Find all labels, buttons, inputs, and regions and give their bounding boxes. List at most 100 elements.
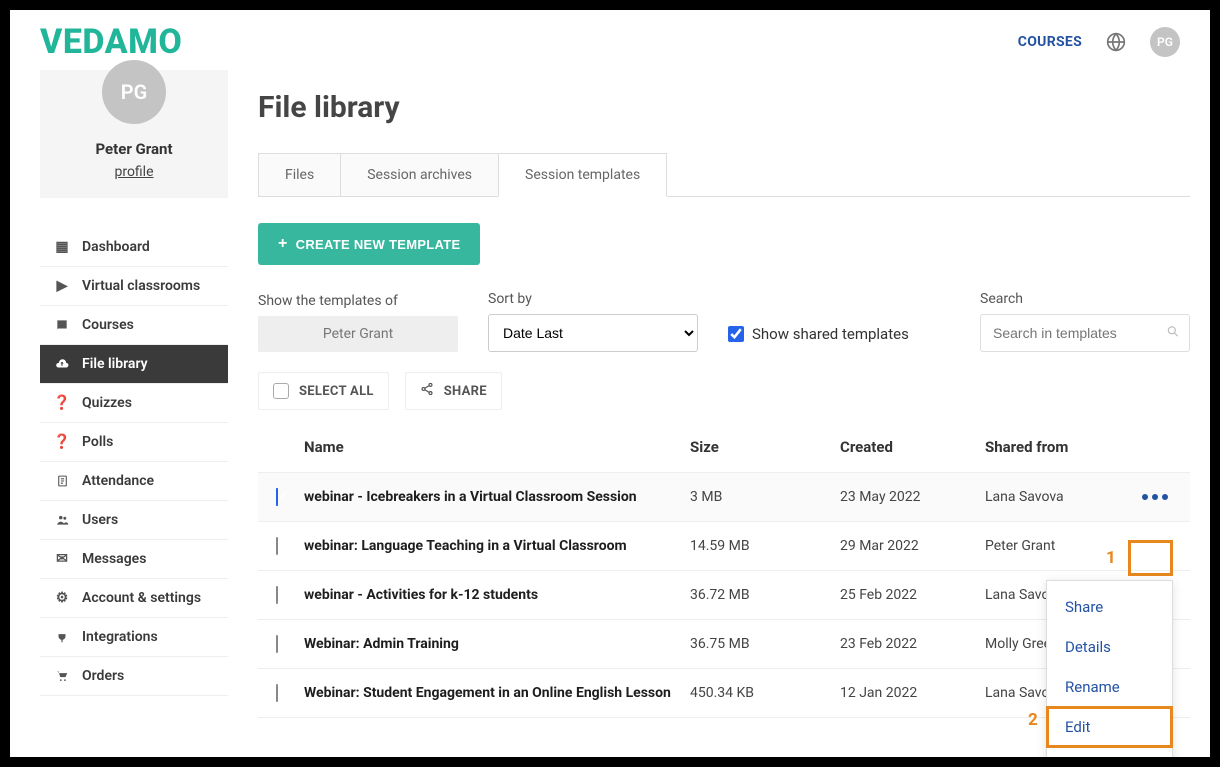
- sidebar-item-label: Attendance: [82, 473, 154, 489]
- select-all-button[interactable]: SELECT ALL: [258, 372, 389, 410]
- play-icon: ▶: [54, 278, 70, 294]
- courses-link[interactable]: COURSES: [1018, 34, 1082, 50]
- question-icon: ❓: [54, 395, 70, 411]
- search-label: Search: [980, 291, 1190, 307]
- col-size: Size: [690, 438, 840, 456]
- col-created: Created: [840, 438, 985, 456]
- globe-icon[interactable]: [1106, 32, 1126, 52]
- row-checkbox[interactable]: [276, 488, 278, 506]
- sidebar-item-integrations[interactable]: Integrations: [40, 618, 228, 657]
- book-icon: [54, 318, 70, 332]
- sidebar-item-file-library[interactable]: File library: [40, 345, 228, 384]
- table-row[interactable]: webinar - Icebreakers in a Virtual Class…: [258, 473, 1190, 522]
- sidebar-item-messages[interactable]: ✉ Messages: [40, 540, 228, 579]
- sort-label: Sort by: [488, 291, 698, 307]
- create-button-label: CREATE NEW TEMPLATE: [296, 237, 461, 252]
- users-icon: [54, 513, 70, 527]
- sidebar-item-users[interactable]: Users: [40, 501, 228, 540]
- brand-logo[interactable]: VEDAMO: [40, 22, 182, 62]
- sidebar-item-virtual-classrooms[interactable]: ▶ Virtual classrooms: [40, 267, 228, 306]
- table-row[interactable]: webinar: Language Teaching in a Virtual …: [258, 522, 1190, 571]
- row-name: webinar: Language Teaching in a Virtual …: [304, 538, 690, 554]
- sidebar-item-label: Users: [82, 512, 118, 528]
- sidebar-item-label: Quizzes: [82, 395, 132, 411]
- document-icon: [54, 474, 70, 488]
- gear-icon: ⚙: [54, 590, 70, 606]
- annotation-1: 1: [1106, 548, 1116, 568]
- avatar[interactable]: PG: [1150, 27, 1180, 57]
- menu-rename[interactable]: Rename: [1047, 667, 1172, 707]
- row-created: 12 Jan 2022: [840, 685, 985, 701]
- sidebar-item-label: Account & settings: [82, 590, 201, 606]
- row-created: 29 Mar 2022: [840, 538, 985, 554]
- row-name: webinar - Activities for k-12 students: [304, 587, 690, 603]
- row-checkbox[interactable]: [276, 635, 278, 653]
- row-shared: Lana Savova: [985, 489, 1130, 505]
- more-actions-icon[interactable]: [1130, 494, 1180, 500]
- sidebar-item-attendance[interactable]: Attendance: [40, 462, 228, 501]
- owner-filter-value[interactable]: Peter Grant: [258, 316, 458, 352]
- col-shared: Shared from: [985, 438, 1130, 456]
- row-size: 36.75 MB: [690, 636, 840, 652]
- sidebar-item-label: Polls: [82, 434, 113, 450]
- sidebar-item-account-settings[interactable]: ⚙ Account & settings: [40, 579, 228, 618]
- share-button[interactable]: SHARE: [405, 372, 502, 410]
- cloud-upload-icon: [54, 357, 70, 371]
- profile-avatar: PG: [102, 60, 166, 124]
- sidebar-item-dashboard[interactable]: ▦ Dashboard: [40, 228, 228, 267]
- row-checkbox[interactable]: [276, 684, 278, 702]
- tab-files[interactable]: Files: [258, 153, 341, 196]
- menu-edit[interactable]: Edit: [1047, 707, 1172, 747]
- search-input[interactable]: [980, 314, 1190, 352]
- page-title: File library: [258, 90, 1190, 125]
- row-created: 25 Feb 2022: [840, 587, 985, 603]
- search-icon: [1166, 324, 1180, 343]
- show-shared-checkbox[interactable]: [728, 326, 744, 342]
- plus-icon: +: [278, 235, 288, 253]
- sidebar-item-orders[interactable]: Orders: [40, 657, 228, 696]
- row-name: Webinar: Admin Training: [304, 636, 690, 652]
- sidebar-item-label: Messages: [82, 551, 146, 567]
- row-size: 36.72 MB: [690, 587, 840, 603]
- sidebar-item-quizzes[interactable]: ❓ Quizzes: [40, 384, 228, 423]
- cart-icon: [54, 669, 70, 683]
- profile-link[interactable]: profile: [114, 164, 153, 180]
- row-created: 23 Feb 2022: [840, 636, 985, 652]
- grid-icon: ▦: [54, 239, 70, 255]
- show-shared-label: Show shared templates: [752, 325, 909, 343]
- sidebar-item-courses[interactable]: Courses: [40, 306, 228, 345]
- sidebar-item-label: Courses: [82, 317, 134, 333]
- sidebar-item-label: Orders: [82, 668, 124, 684]
- tab-session-templates[interactable]: Session templates: [498, 153, 667, 197]
- question-icon: ❓: [54, 434, 70, 450]
- menu-share[interactable]: Share: [1047, 587, 1172, 627]
- col-name: Name: [304, 438, 690, 456]
- tab-session-archives[interactable]: Session archives: [340, 153, 499, 196]
- profile-card: PG Peter Grant profile: [40, 70, 228, 198]
- share-icon: [420, 382, 434, 400]
- row-size: 14.59 MB: [690, 538, 840, 554]
- select-all-checkbox-icon: [273, 383, 289, 399]
- owner-filter-label: Show the templates of: [258, 293, 458, 309]
- sidebar-item-polls[interactable]: ❓ Polls: [40, 423, 228, 462]
- row-created: 23 May 2022: [840, 489, 985, 505]
- row-size: 450.34 KB: [690, 685, 840, 701]
- table-header: Name Size Created Shared from: [258, 422, 1190, 473]
- row-checkbox[interactable]: [276, 537, 278, 555]
- mail-icon: ✉: [54, 551, 70, 567]
- profile-name: Peter Grant: [40, 140, 228, 158]
- menu-details[interactable]: Details: [1047, 627, 1172, 667]
- row-name: Webinar: Student Engagement in an Online…: [304, 685, 690, 701]
- annotation-2: 2: [1028, 710, 1038, 730]
- create-new-template-button[interactable]: + CREATE NEW TEMPLATE: [258, 223, 480, 265]
- sidebar-item-label: Virtual classrooms: [82, 278, 200, 294]
- sort-select[interactable]: Date Last: [488, 314, 698, 352]
- row-name: webinar - Icebreakers in a Virtual Class…: [304, 489, 690, 505]
- plug-icon: [54, 630, 70, 644]
- sidebar-item-label: Integrations: [82, 629, 158, 645]
- menu-delete[interactable]: Delete: [1047, 747, 1172, 767]
- row-checkbox[interactable]: [276, 586, 278, 604]
- sidebar-item-label: Dashboard: [82, 239, 150, 255]
- row-size: 3 MB: [690, 489, 840, 505]
- context-menu: Share Details Rename Edit Delete: [1046, 580, 1173, 767]
